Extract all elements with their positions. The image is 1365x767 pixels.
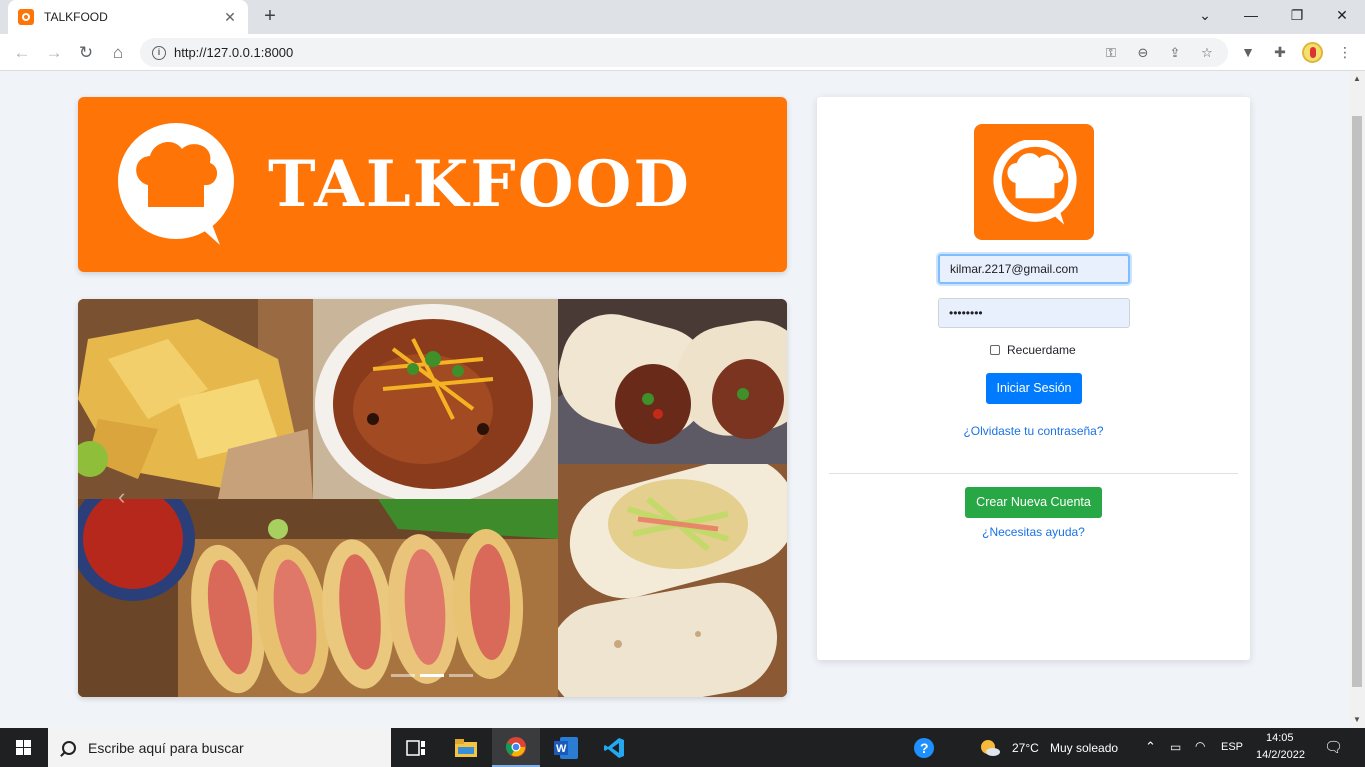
minimize-button[interactable]: — — [1228, 0, 1274, 32]
vscode-icon[interactable] — [590, 728, 638, 767]
svg-text:?: ? — [920, 740, 929, 756]
remember-me[interactable]: Recuerdame — [990, 343, 1076, 357]
talkfood-app-logo — [974, 124, 1094, 240]
url-text: http://127.0.0.1:8000 — [174, 45, 294, 60]
forgot-password-link[interactable]: ¿Olvidaste tu contraseña? — [817, 424, 1250, 438]
weather-desc: Muy soleado — [1050, 741, 1119, 755]
talkfood-favicon-icon — [18, 9, 34, 25]
scroll-up-icon[interactable]: ▲ — [1349, 71, 1365, 87]
login-button[interactable]: Iniciar Sesión — [986, 373, 1082, 404]
extensions-puzzle-icon[interactable]: ✚ — [1270, 44, 1290, 62]
bookmark-star-icon[interactable]: ☆ — [1198, 45, 1216, 61]
carousel-prev-icon[interactable]: ‹ — [118, 484, 125, 510]
chef-hat-bubble-icon — [118, 123, 234, 245]
browser-toolbar: ← → ↻ ⌂ i http://127.0.0.1:8000 ⚿ ⊖ ⇪ ☆ … — [0, 34, 1365, 71]
help-icon[interactable]: ? — [900, 728, 948, 767]
new-tab-button[interactable]: + — [258, 4, 282, 28]
remember-checkbox[interactable] — [990, 345, 1000, 355]
wifi-icon[interactable]: ◠ — [1195, 739, 1205, 753]
food-carousel[interactable]: ‹ — [78, 299, 787, 697]
battery-icon[interactable]: ▭ — [1170, 740, 1181, 754]
tab-title: TALKFOOD — [44, 10, 108, 24]
home-icon[interactable]: ⌂ — [104, 39, 132, 67]
word-icon[interactable]: W — [542, 728, 590, 767]
address-bar[interactable]: i http://127.0.0.1:8000 ⚿ ⊖ ⇪ ☆ — [140, 38, 1228, 67]
scroll-down-icon[interactable]: ▼ — [1349, 712, 1365, 728]
clock-time[interactable]: 14:05 — [1266, 732, 1294, 744]
chili-bowl-photo — [313, 299, 558, 499]
weather-temp: 27°C — [1012, 741, 1039, 755]
windows-taskbar: Escribe aquí para buscar W ? 27°C Muy so… — [0, 728, 1365, 767]
svg-text:W: W — [556, 743, 567, 755]
site-info-icon[interactable]: i — [152, 45, 166, 60]
burritos-photo — [558, 299, 787, 464]
carousel-indicator-active[interactable] — [420, 674, 444, 677]
share-icon[interactable]: ⇪ — [1166, 45, 1184, 61]
chrome-icon[interactable] — [492, 728, 540, 767]
email-field[interactable] — [938, 254, 1130, 284]
close-window-button[interactable]: ✕ — [1319, 0, 1365, 32]
profile-avatar-icon[interactable] — [1302, 42, 1323, 63]
file-explorer-icon[interactable] — [442, 728, 490, 767]
key-icon[interactable]: ⚿ — [1102, 45, 1120, 61]
tacos-photo — [78, 499, 558, 697]
extension-v-icon[interactable]: ▼ — [1238, 44, 1258, 62]
page-scrollbar[interactable]: ▲ ▼ — [1349, 71, 1365, 728]
notifications-icon[interactable]: 🗨 — [1324, 738, 1343, 756]
create-account-button[interactable]: Crear Nueva Cuenta — [965, 487, 1102, 518]
search-icon — [62, 740, 76, 755]
back-arrow-icon[interactable]: ← — [8, 39, 36, 67]
burrito-wrap-photo — [558, 464, 787, 697]
zoom-icon[interactable]: ⊖ — [1134, 45, 1152, 61]
tray-chevron-icon[interactable]: ⌃ — [1145, 739, 1156, 755]
clock-date[interactable]: 14/2/2022 — [1256, 749, 1305, 761]
browser-tabstrip: TALKFOOD ✕ + ⌄ — ❐ ✕ — [0, 0, 1365, 34]
windows-start-icon[interactable] — [0, 728, 48, 767]
nachos-photo — [78, 299, 313, 499]
chef-hat-bubble-icon — [993, 140, 1077, 225]
tab-close-icon[interactable]: ✕ — [222, 9, 238, 26]
help-link[interactable]: ¿Necesitas ayuda? — [817, 525, 1250, 539]
brand-wordmark: TALKFOOD — [268, 147, 691, 222]
restore-button[interactable]: ❐ — [1274, 0, 1320, 32]
carousel-indicator[interactable] — [449, 674, 473, 677]
carousel-indicator[interactable] — [391, 674, 415, 677]
taskbar-search[interactable]: Escribe aquí para buscar — [48, 728, 391, 767]
divider — [829, 473, 1238, 474]
forward-arrow-icon[interactable]: → — [40, 39, 68, 67]
talkfood-banner: TALKFOOD — [78, 97, 787, 272]
remember-label: Recuerdame — [1007, 343, 1076, 357]
search-placeholder: Escribe aquí para buscar — [88, 739, 244, 756]
password-field[interactable] — [938, 298, 1130, 328]
page-viewport: TALKFOOD ‹ kilmar.2217@gmail.com Recuerd… — [0, 71, 1349, 728]
weather-sun-icon[interactable] — [970, 728, 1010, 767]
scroll-thumb[interactable] — [1352, 116, 1362, 687]
browser-menu-icon[interactable]: ⋮ — [1335, 44, 1355, 62]
login-card: Recuerdame Iniciar Sesión ¿Olvidaste tu … — [817, 97, 1250, 660]
browser-tab[interactable]: TALKFOOD ✕ — [8, 0, 248, 34]
language-indicator[interactable]: ESP — [1221, 741, 1243, 753]
reload-icon[interactable]: ↻ — [72, 39, 100, 67]
tab-search-icon[interactable]: ⌄ — [1182, 0, 1228, 32]
task-view-icon[interactable] — [392, 728, 440, 767]
